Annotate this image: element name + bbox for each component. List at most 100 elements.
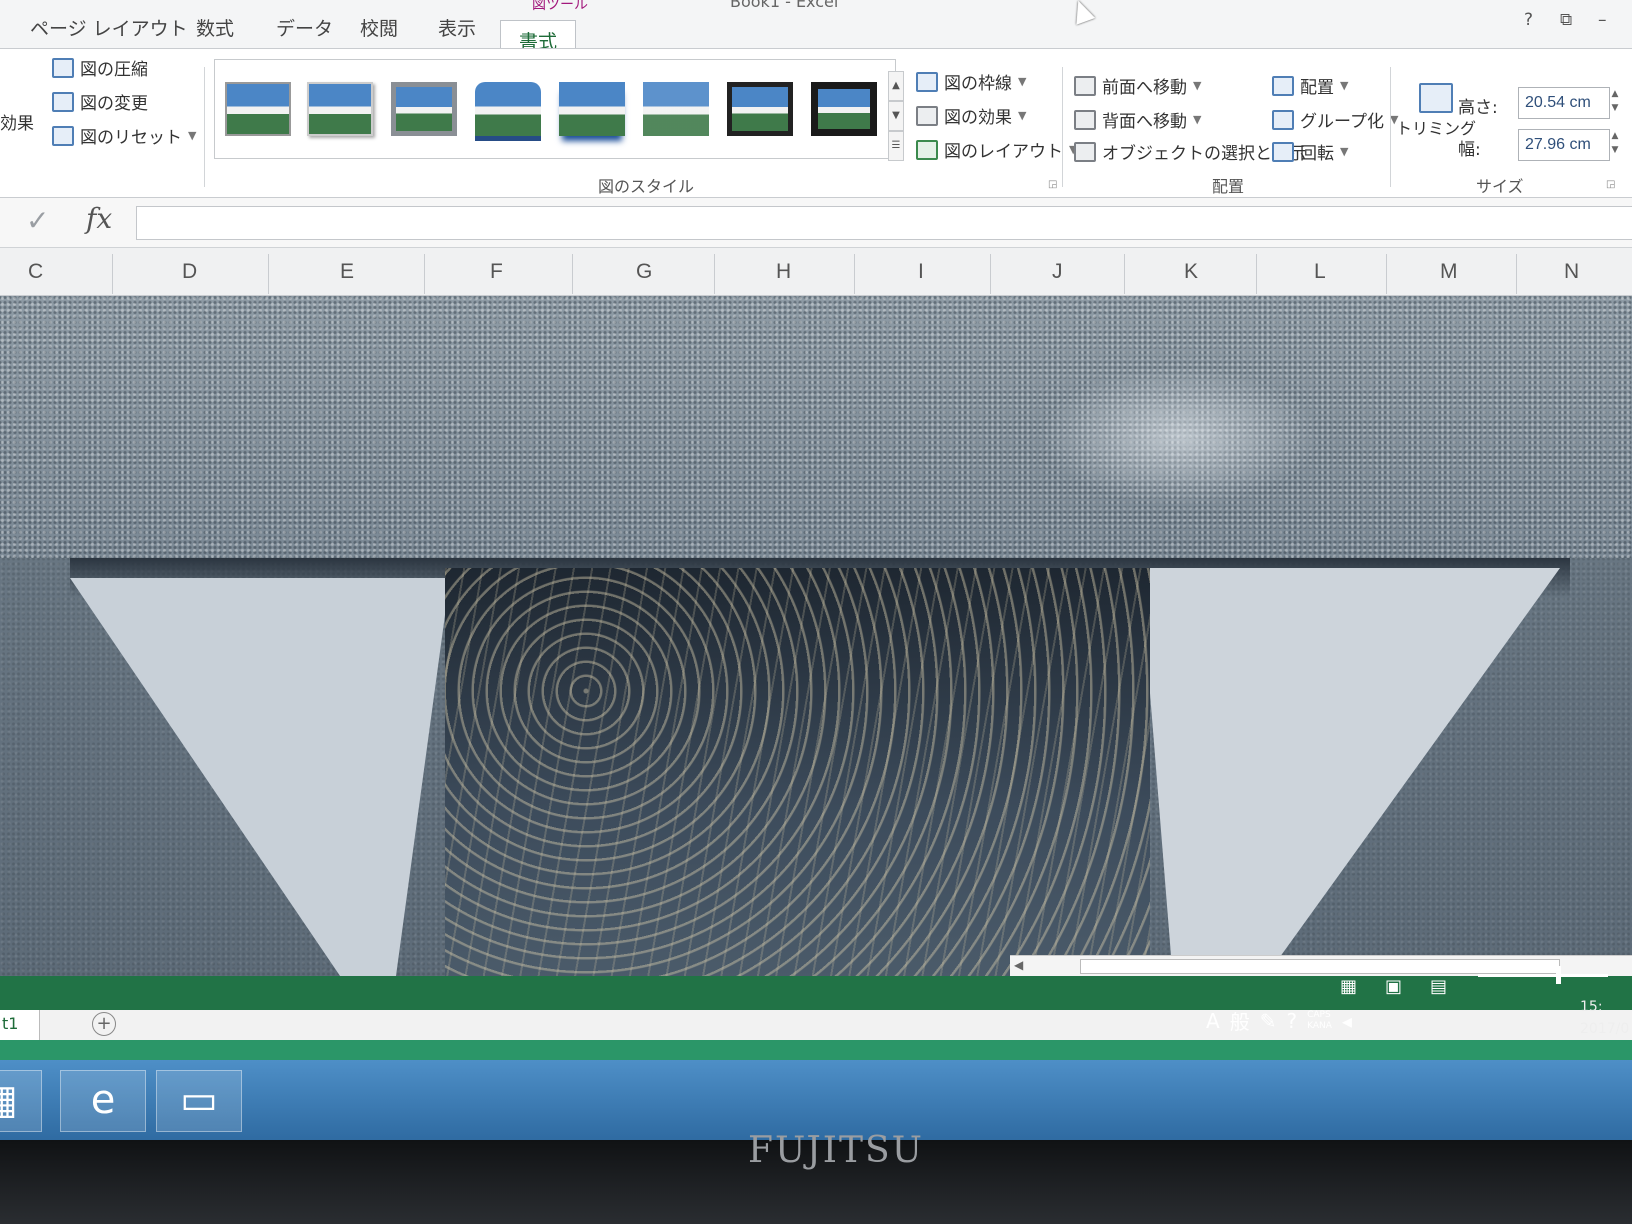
change-picture-icon (52, 91, 74, 112)
column-divider[interactable] (714, 254, 715, 294)
system-tray: A 般 ✎ ? CAPS KANA ◂ (1206, 1006, 1352, 1035)
tab-data[interactable]: データ (276, 14, 333, 41)
reset-picture-button[interactable]: 図のリセット ▼ (52, 123, 196, 148)
minimize-button[interactable]: – (1598, 10, 1607, 30)
bring-forward-button[interactable]: 前面へ移動 ▼ (1074, 73, 1201, 98)
change-picture-button[interactable]: 図の変更 (52, 89, 148, 114)
column-divider[interactable] (572, 254, 573, 294)
picture-effects-button[interactable]: 図の効果 ▼ (916, 103, 1026, 128)
column-header-m[interactable]: M (1440, 260, 1458, 284)
gallery-scroll-down-icon[interactable]: ▼ (888, 101, 904, 131)
zoom-slider-thumb[interactable] (1556, 966, 1561, 984)
tab-page-layout[interactable]: ページ レイアウト (30, 14, 188, 41)
style-thumbnail[interactable] (643, 82, 709, 136)
column-header: C D E F G H I J K L M N (0, 248, 1632, 296)
file-explorer-icon[interactable]: ▭ (156, 1070, 242, 1132)
zoom-slider[interactable] (1478, 974, 1608, 977)
style-thumbnail[interactable] (725, 80, 795, 138)
eel-channel (445, 568, 1150, 976)
column-divider[interactable] (112, 254, 113, 294)
gallery-more-icon[interactable]: ☰ (888, 131, 904, 161)
column-header-e[interactable]: E (340, 260, 354, 284)
column-divider[interactable] (1516, 254, 1517, 294)
clock[interactable]: 15: 2017/0 (1580, 996, 1629, 1040)
style-thumbnail[interactable] (391, 82, 457, 136)
volume-icon[interactable]: ◂ (1342, 1009, 1352, 1033)
compress-pictures-button[interactable]: 図の圧縮 (52, 55, 148, 80)
rotate-button[interactable]: 回転 ▼ (1272, 139, 1348, 164)
column-divider[interactable] (990, 254, 991, 294)
ime-mode[interactable]: A (1206, 1009, 1220, 1033)
ribbon: 効果 図の圧縮 図の変更 図のリセット ▼ ▲ ▼ ☰ 図の枠線 ▼ 図の効果 … (0, 48, 1632, 198)
group-button[interactable]: グループ化 ▼ (1272, 107, 1398, 132)
tab-review[interactable]: 校閲 (360, 14, 398, 41)
style-thumbnail[interactable] (225, 82, 291, 136)
dialog-launcher-icon[interactable]: ◲ (1048, 179, 1057, 190)
style-thumbnail[interactable] (559, 82, 625, 136)
column-header-f[interactable]: F (490, 260, 503, 284)
style-thumbnail[interactable] (307, 82, 373, 136)
help-button[interactable]: ? (1524, 10, 1533, 30)
picture-effects-label: 図の効果 (944, 108, 1012, 128)
width-field[interactable] (1518, 129, 1610, 161)
width-spinner-icon[interactable]: ▲ ▼ (1608, 129, 1622, 161)
column-header-n[interactable]: N (1564, 260, 1579, 284)
column-header-l[interactable]: L (1314, 260, 1326, 284)
window-title: Book1 - Excel (730, 0, 839, 11)
tab-view[interactable]: 表示 (438, 14, 476, 41)
excel-taskbar-button[interactable]: ▦ (0, 1070, 42, 1132)
picture-styles-gallery[interactable] (214, 59, 896, 159)
artistic-effects-button[interactable]: 効果 (0, 109, 34, 134)
column-divider[interactable] (1124, 254, 1125, 294)
column-divider[interactable] (1386, 254, 1387, 294)
inserted-picture[interactable] (0, 296, 1632, 976)
scroll-left-icon[interactable]: ◀ (1014, 958, 1023, 972)
picture-border-button[interactable]: 図の枠線 ▼ (916, 69, 1026, 94)
style-thumbnail[interactable] (811, 82, 877, 136)
height-spinner-icon[interactable]: ▲ ▼ (1608, 87, 1622, 119)
column-header-j[interactable]: J (1052, 260, 1063, 284)
height-field[interactable] (1518, 87, 1610, 119)
picture-layout-button[interactable]: 図のレイアウト ▼ (916, 137, 1077, 162)
selection-pane-icon (1074, 141, 1096, 162)
column-header-g[interactable]: G (636, 260, 652, 284)
column-header-k[interactable]: K (1184, 260, 1198, 284)
style-thumbnail[interactable] (475, 82, 541, 136)
help-icon[interactable]: ? (1286, 1009, 1297, 1033)
page-layout-view-icon[interactable]: ▣ (1385, 976, 1402, 997)
change-picture-label: 図の変更 (80, 94, 148, 114)
compress-label: 図の圧縮 (80, 60, 148, 80)
column-header-h[interactable]: H (776, 260, 791, 284)
dialog-launcher-icon[interactable]: ◲ (1606, 179, 1615, 190)
column-divider[interactable] (854, 254, 855, 294)
insert-function-button[interactable]: fx (86, 202, 112, 235)
column-divider[interactable] (268, 254, 269, 294)
ime-type[interactable]: 般 (1230, 1006, 1250, 1035)
picture-border-label: 図の枠線 (944, 74, 1012, 94)
normal-view-icon[interactable]: ▦ (1340, 976, 1357, 997)
artistic-effects-label: 効果 (0, 114, 34, 134)
send-backward-button[interactable]: 背面へ移動 ▼ (1074, 107, 1201, 132)
add-sheet-button[interactable]: + (92, 1012, 116, 1036)
align-button[interactable]: 配置 ▼ (1272, 73, 1348, 98)
formula-input[interactable] (136, 206, 1632, 240)
column-header-i[interactable]: I (918, 260, 924, 284)
size-group-label: サイズ (1476, 177, 1524, 196)
rotate-icon (1272, 141, 1294, 162)
check-icon[interactable]: ✓ (26, 204, 49, 237)
height-label: 高さ: (1458, 98, 1498, 118)
clock-date: 2017/0 (1580, 1021, 1630, 1037)
column-divider[interactable] (1256, 254, 1257, 294)
scrollbar-thumb[interactable] (1080, 959, 1560, 974)
align-icon (1272, 75, 1294, 96)
ime-tools-icon[interactable]: ✎ (1260, 1009, 1277, 1033)
internet-explorer-icon[interactable]: e (60, 1070, 146, 1132)
column-divider[interactable] (424, 254, 425, 294)
column-header-c[interactable]: C (28, 260, 43, 284)
page-break-view-icon[interactable]: ▤ (1430, 976, 1447, 997)
tab-formulas[interactable]: 数式 (196, 14, 234, 41)
gallery-scroll-up-icon[interactable]: ▲ (888, 71, 904, 101)
column-header-d[interactable]: D (182, 260, 197, 284)
restore-ribbon-button[interactable]: ⧉ (1560, 10, 1572, 30)
sheet-tab[interactable]: t1 (0, 1010, 40, 1040)
